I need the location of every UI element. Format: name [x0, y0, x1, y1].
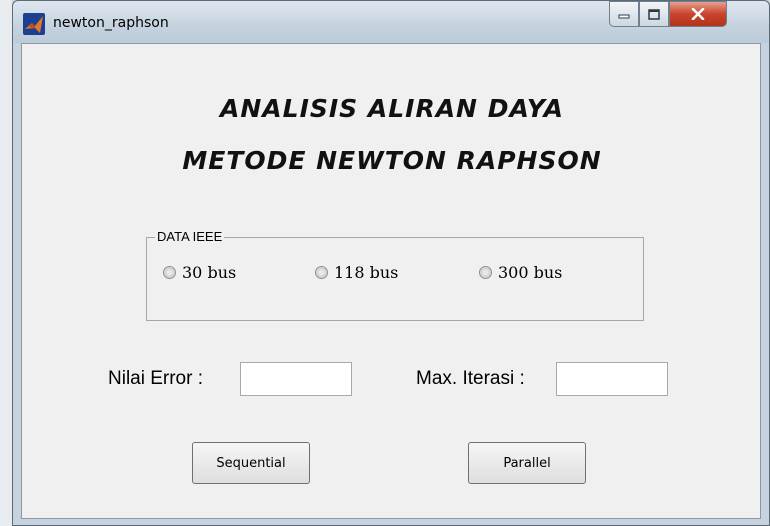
- data-ieee-group: DATA IEEE 30 bus 118 bus 300 bus: [146, 229, 644, 321]
- iteration-label: Max. Iterasi :: [416, 368, 525, 389]
- close-icon: [691, 8, 705, 20]
- radio-118-bus[interactable]: 118 bus: [315, 263, 398, 282]
- sequential-button[interactable]: Sequential: [192, 442, 310, 484]
- group-label: DATA IEEE: [155, 229, 225, 244]
- parallel-button[interactable]: Parallel: [468, 442, 586, 484]
- window-title: newton_raphson: [53, 15, 169, 31]
- heading-line-1: ANALISIS ALIRAN DAYA: [220, 94, 564, 123]
- error-label: Nilai Error :: [108, 368, 204, 389]
- radio-button-icon[interactable]: [315, 266, 328, 279]
- radio-label: 300 bus: [498, 263, 563, 282]
- desktop-background: [0, 0, 12, 526]
- radio-label: 118 bus: [334, 263, 399, 282]
- error-input[interactable]: [240, 362, 352, 396]
- radio-300-bus[interactable]: 300 bus: [479, 263, 562, 282]
- iteration-input[interactable]: [556, 362, 668, 396]
- radio-label: 30 bus: [182, 263, 237, 282]
- minimize-button[interactable]: [609, 1, 639, 27]
- form-area: ANALISIS ALIRAN DAYA METODE NEWTON RAPHS…: [21, 43, 761, 519]
- maximize-icon: [648, 8, 660, 20]
- title-bar[interactable]: newton_raphson: [13, 1, 769, 43]
- minimize-icon: [618, 14, 630, 19]
- radio-30-bus[interactable]: 30 bus: [163, 263, 236, 282]
- radio-button-icon[interactable]: [479, 266, 492, 279]
- app-window: newton_raphson ANALISIS ALIRAN DAYA METO…: [12, 0, 770, 526]
- heading-line-2: METODE NEWTON RAPHSON: [182, 146, 602, 175]
- maximize-button[interactable]: [639, 1, 669, 27]
- matlab-icon: [23, 13, 45, 35]
- radio-button-icon[interactable]: [163, 266, 176, 279]
- close-button[interactable]: [669, 1, 727, 27]
